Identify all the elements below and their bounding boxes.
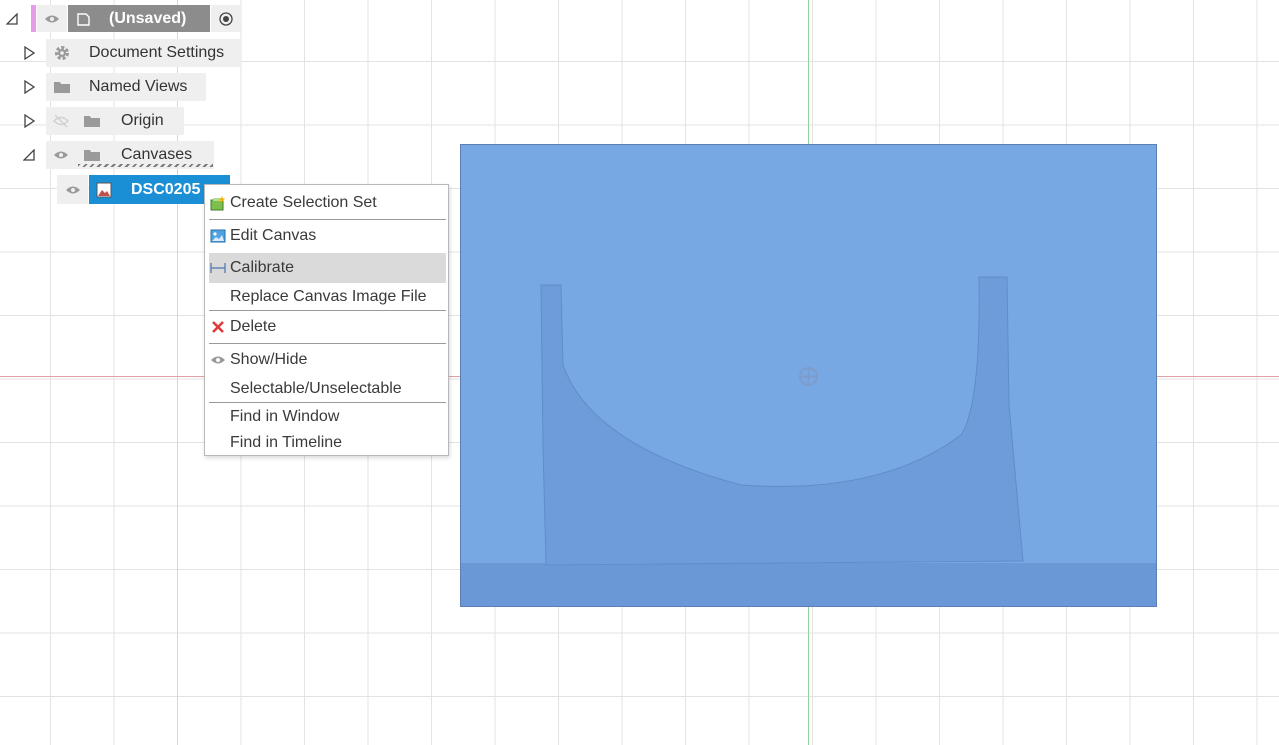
menu-item-find-in-timeline[interactable]: Find in Timeline bbox=[209, 428, 446, 458]
folder-icon bbox=[84, 116, 100, 127]
menu-separator bbox=[209, 343, 446, 344]
menu-separator bbox=[209, 310, 446, 311]
design-viewport[interactable] bbox=[0, 0, 1279, 745]
browser-item-document-settings[interactable]: Document Settings bbox=[46, 39, 241, 67]
browser-item-named-views[interactable]: Named Views bbox=[46, 73, 206, 101]
selection-set-icon bbox=[210, 195, 226, 211]
menu-item-replace-canvas-image-file[interactable]: Replace Canvas Image File bbox=[209, 282, 446, 312]
collapse-triangle-icon[interactable] bbox=[5, 12, 19, 26]
menu-item-delete[interactable]: Delete bbox=[209, 312, 446, 342]
browser-item-label: Origin bbox=[121, 112, 164, 129]
radio-active-icon bbox=[219, 11, 233, 26]
drag-dotted-indicator bbox=[78, 164, 213, 167]
root-node[interactable]: (Unsaved) bbox=[68, 5, 210, 32]
menu-separator bbox=[209, 219, 446, 220]
menu-item-show-hide[interactable]: Show/Hide bbox=[209, 345, 446, 375]
eye-icon bbox=[65, 186, 80, 193]
eye-icon[interactable] bbox=[53, 150, 69, 160]
browser-item-origin[interactable]: Origin bbox=[46, 107, 184, 135]
root-label: (Unsaved) bbox=[109, 9, 187, 27]
gear-icon bbox=[55, 46, 69, 60]
delete-x-icon bbox=[210, 319, 226, 335]
expand-triangle-icon[interactable] bbox=[22, 46, 36, 60]
canvas-visibility-toggle[interactable] bbox=[57, 175, 88, 204]
canvas-image-icon bbox=[96, 182, 112, 197]
eye-hidden-icon[interactable] bbox=[53, 114, 69, 128]
calibrate-icon bbox=[210, 260, 226, 276]
folder-icon bbox=[54, 82, 70, 93]
menu-item-calibrate[interactable]: Calibrate bbox=[209, 253, 446, 283]
context-menu: Create Selection Set Edit Canvas Calibra… bbox=[204, 184, 449, 456]
canvas-label: DSC0205 bbox=[131, 180, 201, 198]
edit-canvas-icon bbox=[210, 228, 226, 244]
browser-item-label: Named Views bbox=[89, 78, 188, 95]
root-accent-bar bbox=[31, 5, 36, 32]
origin-point-icon[interactable] bbox=[798, 366, 819, 387]
browser-item-label: Canvases bbox=[121, 146, 193, 163]
root-visibility-toggle[interactable] bbox=[37, 5, 67, 32]
collapse-triangle-icon[interactable] bbox=[22, 148, 36, 162]
eye-icon bbox=[210, 352, 226, 368]
menu-item-selectable-unselectable[interactable]: Selectable/Unselectable bbox=[209, 374, 446, 404]
menu-item-edit-canvas[interactable]: Edit Canvas bbox=[209, 221, 446, 251]
expand-triangle-icon[interactable] bbox=[22, 80, 36, 94]
eye-icon bbox=[45, 15, 59, 22]
folder-icon bbox=[84, 150, 100, 161]
menu-item-create-selection-set[interactable]: Create Selection Set bbox=[209, 188, 446, 218]
expand-triangle-icon[interactable] bbox=[22, 114, 36, 128]
browser-item-label: Document Settings bbox=[89, 44, 225, 61]
document-icon bbox=[77, 12, 90, 26]
activate-radio-button[interactable] bbox=[211, 5, 241, 32]
